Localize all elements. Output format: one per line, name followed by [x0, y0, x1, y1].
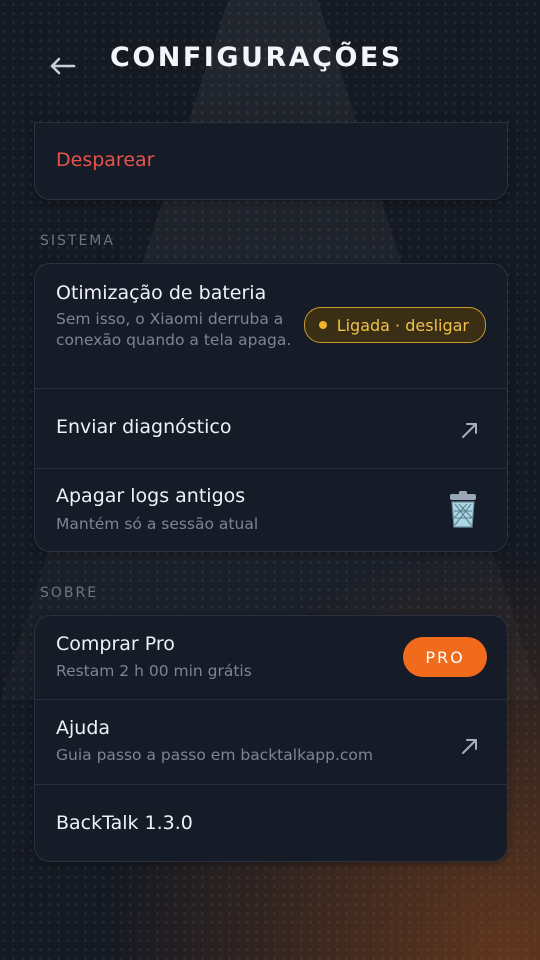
battery-status-label: Ligada · desligar: [336, 315, 469, 335]
buy-pro-title: Comprar Pro: [56, 633, 175, 655]
section-label-system: SISTEMA: [40, 233, 115, 249]
page-title: CONFIGURAÇÕES: [110, 42, 403, 73]
unpair-label: Desparear: [56, 149, 155, 171]
arrow-left-icon: [50, 57, 76, 75]
section-label-about: SOBRE: [40, 585, 99, 601]
help-title: Ajuda: [56, 717, 111, 739]
pro-button[interactable]: PRO: [403, 637, 487, 677]
battery-status-toggle[interactable]: Ligada · desligar: [303, 307, 486, 343]
send-diagnostics-title: Enviar diagnóstico: [56, 416, 232, 438]
clear-logs-title: Apagar logs antigos: [56, 485, 246, 507]
battery-optimization-row: Otimização de bateria Sem isso, o Xiaomi…: [35, 264, 507, 388]
buy-pro-row[interactable]: Comprar Pro Restam 2 h 00 min grátis PRO: [35, 616, 507, 699]
unpair-row[interactable]: Desparear: [35, 123, 507, 199]
battery-subtitle: Sem isso, o Xiaomi derruba a conexão qua…: [56, 310, 292, 349]
trash-icon[interactable]: [445, 491, 481, 529]
external-arrow-icon: [462, 423, 477, 438]
status-dot-icon: [318, 321, 327, 329]
header: CONFIGURAÇÕES: [0, 0, 540, 120]
clear-logs-row[interactable]: Apagar logs antigos Mantém só a sessão a…: [35, 468, 507, 551]
external-arrow-icon: [462, 739, 477, 754]
help-row[interactable]: Ajuda Guia passo a passo em backtalkapp.…: [35, 699, 507, 784]
send-diagnostics-row[interactable]: Enviar diagnóstico: [35, 388, 507, 468]
clear-logs-subtitle: Mantém só a sessão atual: [56, 515, 259, 533]
battery-title: Otimização de bateria: [56, 282, 267, 304]
back-button[interactable]: [44, 48, 80, 84]
system-card: Otimização de bateria Sem isso, o Xiaomi…: [34, 263, 508, 552]
account-card: Desparear: [34, 122, 508, 200]
help-subtitle: Guia passo a passo em backtalkapp.com: [56, 746, 373, 764]
about-card: Comprar Pro Restam 2 h 00 min grátis PRO…: [34, 615, 508, 862]
version-label: BackTalk 1.3.0: [56, 812, 193, 834]
version-row: BackTalk 1.3.0: [35, 784, 507, 861]
buy-pro-subtitle: Restam 2 h 00 min grátis: [56, 662, 252, 680]
